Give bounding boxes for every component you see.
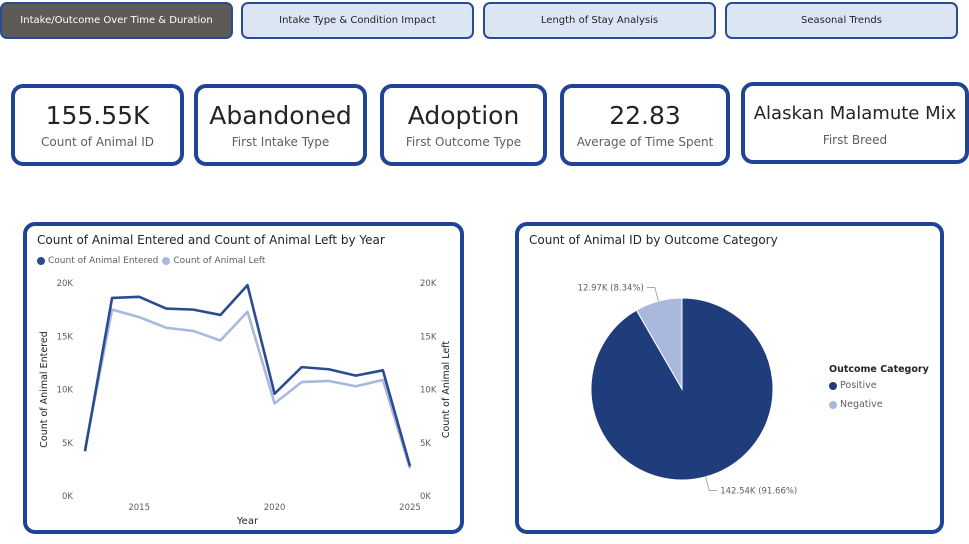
- kpi-label: Count of Animal ID: [41, 135, 154, 149]
- kpi-label: First Intake Type: [231, 135, 330, 149]
- tab-intake-outcome[interactable]: Intake/Outcome Over Time & Duration: [0, 2, 233, 39]
- y-tick-label-left: 0K: [62, 492, 73, 502]
- y-tick-label-right: 0K: [420, 492, 431, 502]
- tab-label: Intake/Outcome Over Time & Duration: [20, 15, 213, 26]
- pie-legend-title: Outcome Category: [829, 364, 929, 375]
- legend-label-positive: Positive: [840, 380, 877, 391]
- kpi-label: First Breed: [822, 133, 888, 147]
- tab-label: Seasonal Trends: [801, 15, 882, 26]
- pie-legend-negative[interactable]: Negative: [829, 399, 883, 410]
- kpi-value: 22.83: [609, 101, 681, 130]
- y-axis-label-right: Count of Animal Left: [441, 341, 452, 438]
- legend-label-negative: Negative: [840, 399, 883, 410]
- y-tick-label-right: 15K: [420, 332, 437, 342]
- legend-marker-positive: [829, 381, 837, 390]
- kpi-label: First Outcome Type: [405, 135, 522, 149]
- pie-chart-panel: Count of Animal ID by Outcome Category 1…: [515, 222, 944, 534]
- y-tick-label-left: 10K: [57, 386, 74, 396]
- y-tick-label-right: 10K: [420, 386, 437, 396]
- kpi-card-time-spent: 22.83 Average of Time Spent: [560, 84, 730, 166]
- pie-legend-positive[interactable]: Positive: [829, 380, 877, 391]
- line-chart: 0K 0K 5K 5K 10K 10K 15K 15K 20K 20K 2015 2020 2025 Ye…: [39, 279, 452, 527]
- tab-intake-type[interactable]: Intake Type & Condition Impact: [241, 2, 474, 39]
- kpi-card-intake-type: Abandoned First Intake Type: [194, 84, 367, 166]
- x-tick-label: 2020: [264, 503, 286, 513]
- y-tick-label-right: 20K: [420, 279, 437, 289]
- series-line-left: [83, 308, 412, 469]
- kpi-card-count: 155.55K Count of Animal ID: [11, 84, 184, 166]
- pie-chart: 142.54K (91.66%) 12.97K (8.34%): [578, 284, 798, 497]
- pie-leader-line: [646, 287, 659, 302]
- pie-data-label: 12.97K (8.34%): [578, 284, 644, 294]
- kpi-card-outcome-type: Adoption First Outcome Type: [380, 84, 547, 166]
- kpi-value: Abandoned: [209, 101, 352, 130]
- x-axis-label: Year: [236, 516, 259, 527]
- kpi-label: Average of Time Spent: [576, 135, 714, 149]
- tab-label: Intake Type & Condition Impact: [279, 15, 436, 26]
- kpi-card-breed: Alaskan Malamute Mix First Breed: [741, 82, 969, 164]
- pie-data-label: 142.54K (91.66%): [720, 486, 797, 496]
- x-tick-label: 2015: [128, 503, 150, 513]
- kpi-value: 155.55K: [45, 101, 150, 130]
- pie-leader-line: [705, 476, 718, 491]
- y-axis-label-left: Count of Animal Entered: [39, 331, 50, 447]
- legend-marker-negative: [829, 400, 837, 409]
- kpi-value: Alaskan Malamute Mix: [753, 103, 957, 124]
- kpi-value: Adoption: [407, 101, 520, 130]
- y-tick-label-left: 15K: [57, 332, 74, 342]
- x-tick-label: 2025: [399, 503, 421, 513]
- y-tick-label-left: 5K: [62, 439, 73, 449]
- tab-label: Length of Stay Analysis: [540, 15, 659, 26]
- y-tick-label-right: 5K: [420, 439, 431, 449]
- tab-length-of-stay[interactable]: Length of Stay Analysis: [483, 2, 716, 39]
- tab-seasonal-trends[interactable]: Seasonal Trends: [725, 2, 958, 39]
- line-chart-panel: Count of Animal Entered and Count of Ani…: [23, 222, 464, 534]
- y-tick-label-left: 20K: [57, 279, 74, 289]
